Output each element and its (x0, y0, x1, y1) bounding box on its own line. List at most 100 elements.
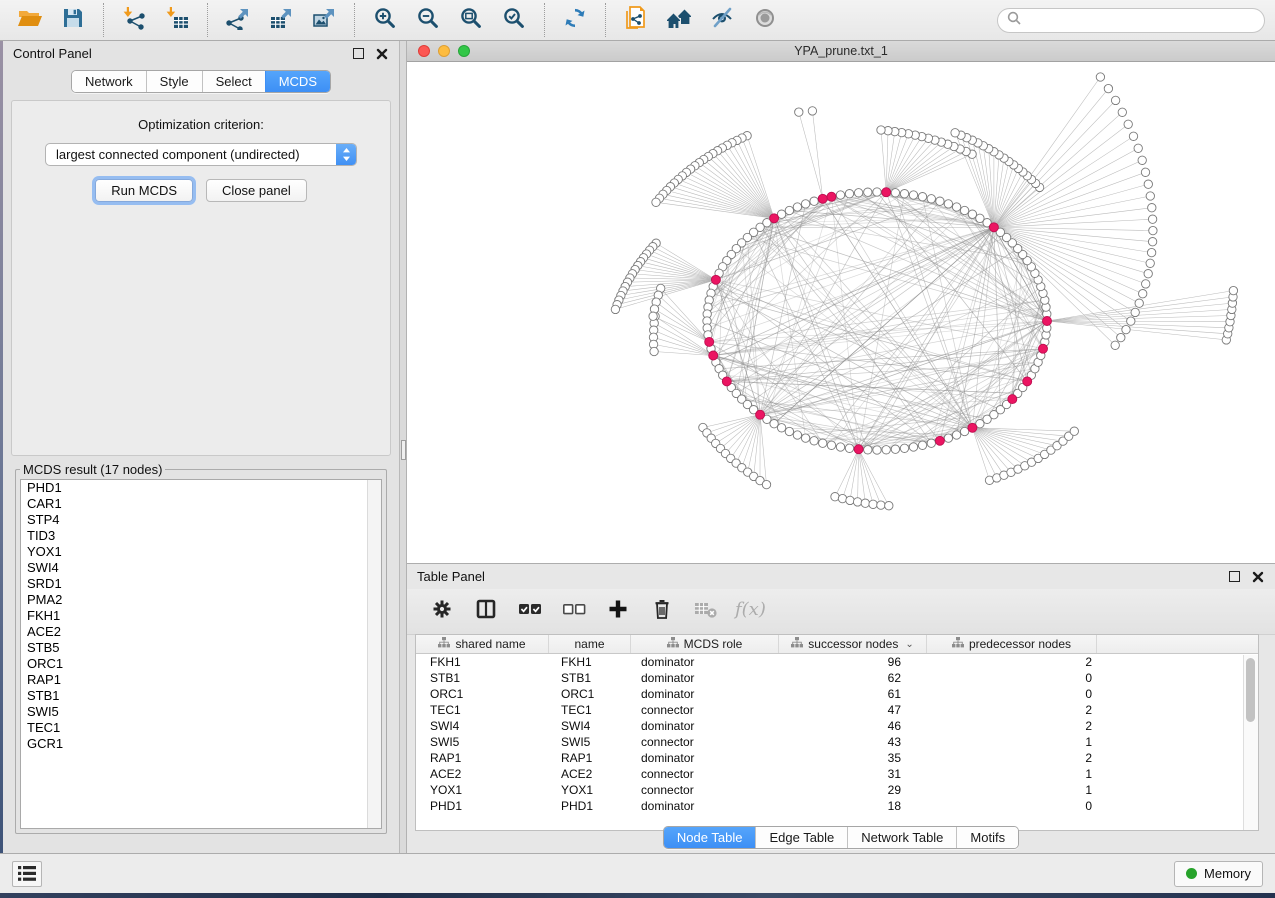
cell-successor-nodes[interactable]: 31 (779, 767, 927, 781)
cell-predecessor-nodes[interactable]: 0 (927, 671, 1097, 685)
cell-successor-nodes[interactable]: 96 (779, 655, 927, 669)
column-header-successor-nodes[interactable]: successor nodes⌄ (779, 635, 927, 653)
network-node[interactable] (918, 441, 926, 449)
cell-predecessor-nodes[interactable]: 1 (927, 767, 1097, 781)
network-node[interactable] (649, 312, 657, 320)
network-node[interactable] (1142, 280, 1150, 288)
cell-successor-nodes[interactable]: 18 (779, 799, 927, 813)
cell-name[interactable]: TEC1 (549, 703, 631, 717)
mcds-result-item[interactable]: FKH1 (21, 608, 381, 624)
cell-shared-name[interactable]: TEC1 (416, 703, 549, 717)
network-node[interactable] (1144, 180, 1152, 188)
network-node[interactable] (827, 441, 835, 449)
cell-MCDS-role[interactable]: dominator (631, 655, 779, 669)
network-node[interactable] (795, 108, 803, 116)
network-hub-node[interactable] (722, 377, 731, 386)
mcds-result-item[interactable]: SRD1 (21, 576, 381, 592)
column-header-name[interactable]: name (549, 635, 631, 653)
search-input[interactable] (1027, 12, 1255, 29)
mcds-result-item[interactable]: PHD1 (21, 480, 381, 496)
network-node[interactable] (1148, 204, 1156, 212)
cell-successor-nodes[interactable]: 62 (779, 671, 927, 685)
network-node[interactable] (882, 446, 890, 454)
network-hub-node[interactable] (827, 192, 836, 201)
network-node[interactable] (1124, 120, 1132, 128)
network-node[interactable] (1131, 308, 1139, 316)
network-node[interactable] (836, 443, 844, 451)
network-node[interactable] (1139, 290, 1147, 298)
network-node[interactable] (900, 444, 908, 452)
table-row[interactable]: FKH1FKH1dominator962 (416, 654, 1258, 670)
zoom-out-button[interactable] (408, 3, 448, 37)
cell-shared-name[interactable]: FKH1 (416, 655, 549, 669)
network-node[interactable] (1148, 215, 1156, 223)
network-node[interactable] (1122, 325, 1130, 333)
mcds-result-item[interactable]: SWI4 (21, 560, 381, 576)
cell-successor-nodes[interactable]: 29 (779, 783, 927, 797)
cell-successor-nodes[interactable]: 47 (779, 703, 927, 717)
mcds-result-item[interactable]: TID3 (21, 528, 381, 544)
open-session-button[interactable] (10, 3, 50, 37)
cell-MCDS-role[interactable]: dominator (631, 687, 779, 701)
table-scrollbar[interactable] (1243, 655, 1258, 830)
network-node[interactable] (762, 480, 770, 488)
mcds-result-item[interactable]: CAR1 (21, 496, 381, 512)
close-table-panel-icon[interactable] (1251, 570, 1265, 584)
network-node[interactable] (785, 427, 793, 435)
network-node[interactable] (1148, 238, 1156, 246)
cell-MCDS-role[interactable]: dominator (631, 799, 779, 813)
network-node[interactable] (650, 347, 658, 355)
network-canvas[interactable] (407, 62, 1275, 563)
optimization-criterion-select[interactable]: largest connected component (undirected) (45, 143, 357, 166)
cell-MCDS-role[interactable]: connector (631, 703, 779, 717)
network-node[interactable] (927, 195, 935, 203)
network-node[interactable] (1070, 427, 1078, 435)
network-node[interactable] (793, 431, 801, 439)
splitter-handle[interactable] (401, 440, 406, 460)
network-node[interactable] (918, 193, 926, 201)
network-node[interactable] (770, 420, 778, 428)
network-node[interactable] (801, 434, 809, 442)
tab-style[interactable]: Style (146, 71, 202, 92)
network-node[interactable] (1144, 270, 1152, 278)
cell-predecessor-nodes[interactable]: 0 (927, 687, 1097, 701)
network-node[interactable] (853, 498, 861, 506)
network-hub-node[interactable] (1043, 317, 1052, 326)
network-node[interactable] (819, 439, 827, 447)
network-hub-node[interactable] (854, 445, 863, 454)
network-node[interactable] (936, 197, 944, 205)
deselect-all-button[interactable] (557, 596, 591, 628)
network-node[interactable] (1135, 299, 1143, 307)
task-history-button[interactable] (12, 861, 42, 887)
mcds-result-item[interactable]: STB5 (21, 640, 381, 656)
network-node[interactable] (777, 424, 785, 432)
cell-successor-nodes[interactable]: 43 (779, 735, 927, 749)
network-node[interactable] (808, 107, 816, 115)
network-node[interactable] (976, 214, 984, 222)
network-node[interactable] (1111, 96, 1119, 104)
cell-name[interactable]: ACE2 (549, 767, 631, 781)
cell-shared-name[interactable]: YOX1 (416, 783, 549, 797)
cell-predecessor-nodes[interactable]: 2 (927, 655, 1097, 669)
network-node[interactable] (952, 431, 960, 439)
apply-preferred-layout-button[interactable] (555, 3, 595, 37)
network-node[interactable] (652, 198, 660, 206)
network-node[interactable] (864, 188, 872, 196)
cell-MCDS-role[interactable]: connector (631, 767, 779, 781)
table-row[interactable]: SWI5SWI5connector431 (416, 734, 1258, 750)
network-node[interactable] (845, 190, 853, 198)
table-tab-network-table[interactable]: Network Table (847, 827, 956, 848)
cell-MCDS-role[interactable]: dominator (631, 751, 779, 765)
cell-name[interactable]: ORC1 (549, 687, 631, 701)
close-panel-button[interactable]: Close panel (206, 179, 307, 202)
network-node[interactable] (845, 444, 853, 452)
mcds-result-item[interactable]: SWI5 (21, 704, 381, 720)
mcds-result-list[interactable]: PHD1CAR1STP4TID3YOX1SWI4SRD1PMA2FKH1ACE2… (20, 479, 382, 829)
network-hub-node[interactable] (1039, 344, 1048, 353)
table-row[interactable]: STB1STB1dominator620 (416, 670, 1258, 686)
network-node[interactable] (846, 496, 854, 504)
network-node[interactable] (1117, 333, 1125, 341)
network-node[interactable] (891, 189, 899, 197)
cell-shared-name[interactable]: RAP1 (416, 751, 549, 765)
zoom-fit-content-button[interactable] (451, 3, 491, 37)
